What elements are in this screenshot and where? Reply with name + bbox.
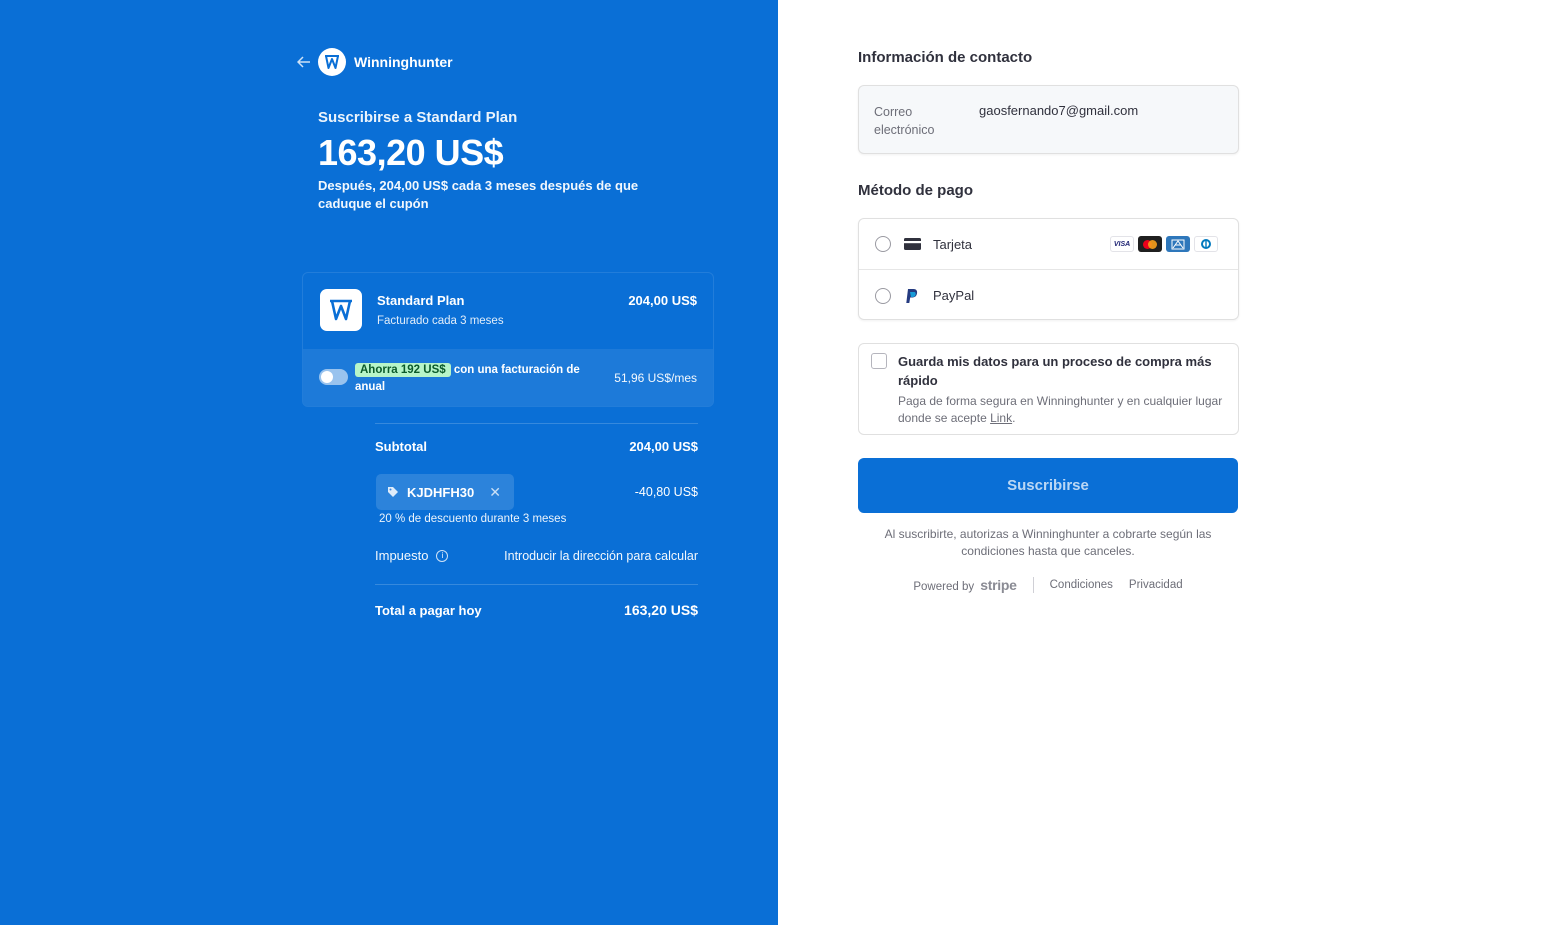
save-info-title: Guarda mis datos para un proceso de comp… xyxy=(898,354,1212,388)
stripe-logo: stripe xyxy=(980,577,1017,593)
card-label: Tarjeta xyxy=(933,236,973,252)
footer-divider xyxy=(1032,577,1034,593)
remove-coupon-icon[interactable]: ✕ xyxy=(489,484,501,501)
paypal-label: PayPal xyxy=(933,288,975,303)
merchant-name: Winninghunter xyxy=(354,54,453,70)
divider xyxy=(375,584,698,585)
divider xyxy=(375,423,698,424)
plan-details: Standard Plan Facturado cada 3 meses 204… xyxy=(303,273,713,349)
order-summary-panel: Winninghunter Suscribirse a Standard Pla… xyxy=(0,0,778,925)
footer: Powered by stripe Condiciones Privacidad xyxy=(858,577,1238,593)
terms-link[interactable]: Condiciones xyxy=(1050,579,1113,591)
legal-text: Al suscribirte, autorizas a Winninghunte… xyxy=(884,527,1212,558)
plan-logo-icon xyxy=(320,289,362,331)
checkout-form-panel: Información de contacto Correo electróni… xyxy=(778,0,1555,925)
email-label: Correo electrónico xyxy=(874,105,935,137)
mastercard-icon xyxy=(1138,236,1162,252)
monthly-price: 51,96 US$/mes xyxy=(614,371,697,385)
tax-value[interactable]: Introducir la dirección para calcular xyxy=(504,549,698,563)
save-info-description: Paga de forma segura en Winninghunter y … xyxy=(898,393,1228,427)
payment-method-selector: Tarjeta VISA PayPal xyxy=(858,218,1239,320)
email-field[interactable]: Correo electrónico gaosfernando7@gmail.c… xyxy=(858,85,1239,154)
tag-icon xyxy=(388,487,398,497)
diners-icon xyxy=(1194,236,1218,252)
subtotal-value: 204,00 US$ xyxy=(629,439,698,454)
email-value: gaosfernando7@gmail.com xyxy=(979,103,1139,118)
tax-label-group: Impuesto i xyxy=(375,548,449,563)
visa-icon: VISA xyxy=(1110,236,1134,252)
coupon-chip: KJDHFH30 ✕ xyxy=(376,474,514,510)
save-info-box: Guarda mis datos para un proceso de comp… xyxy=(858,343,1239,435)
subscribe-title: Suscribirse a Standard Plan xyxy=(318,109,518,126)
save-info-checkbox[interactable] xyxy=(871,353,887,369)
card-icon xyxy=(903,237,921,251)
card-radio[interactable] xyxy=(875,236,891,252)
merchant-header[interactable]: Winninghunter xyxy=(296,48,453,76)
coupon-discount: -40,80 US$ xyxy=(634,485,698,499)
card-brands: VISA xyxy=(1106,236,1218,252)
plan-price: 204,00 US$ xyxy=(628,293,697,308)
price-summary: Subtotal 204,00 US$ KJDHFH30 ✕ -40,80 US… xyxy=(375,423,698,618)
subtotal-label: Subtotal xyxy=(375,439,427,454)
price-after-coupon: Después, 204,00 US$ cada 3 meses después… xyxy=(318,178,639,211)
payment-section-title: Método de pago xyxy=(858,182,973,199)
powered-by-text: Powered by xyxy=(913,581,975,593)
payment-option-card[interactable]: Tarjeta VISA xyxy=(859,219,1238,270)
save-info-period: . xyxy=(1012,411,1016,425)
plan-name: Standard Plan xyxy=(377,293,465,308)
tax-row: Impuesto i Introducir la dirección para … xyxy=(375,548,698,563)
payment-option-paypal[interactable]: PayPal xyxy=(859,270,1238,321)
save-info-text: Paga de forma segura en Winninghunter y … xyxy=(898,394,1223,425)
subscribe-button[interactable]: Suscribirse xyxy=(858,458,1238,513)
powered-by-stripe[interactable]: Powered by stripe xyxy=(913,577,1017,593)
coupon-description: 20 % de descuento durante 3 meses xyxy=(379,513,567,525)
annual-upsell: Ahorra 192 US$ con una facturación de an… xyxy=(303,349,713,406)
total-label: Total a pagar hoy xyxy=(375,602,482,618)
coupon-code: KJDHFH30 xyxy=(407,484,475,500)
paypal-icon xyxy=(903,288,921,303)
savings-text: Ahorra 192 US$ con una facturación de an… xyxy=(355,362,595,396)
tax-label: Impuesto xyxy=(375,548,429,563)
privacy-link[interactable]: Privacidad xyxy=(1129,579,1183,591)
total-value: 163,20 US$ xyxy=(624,602,698,618)
toggle-knob xyxy=(321,371,333,383)
subtotal-row: Subtotal 204,00 US$ xyxy=(375,439,698,454)
savings-badge: Ahorra 192 US$ xyxy=(355,363,451,377)
contact-section-title: Información de contacto xyxy=(858,49,1033,66)
back-arrow-icon[interactable] xyxy=(296,54,312,70)
total-price: 163,20 US$ xyxy=(318,132,504,173)
total-row: Total a pagar hoy 163,20 US$ xyxy=(375,602,698,618)
amex-icon xyxy=(1166,236,1190,252)
merchant-logo-icon xyxy=(318,48,346,76)
paypal-radio[interactable] xyxy=(875,287,891,304)
plan-card: Standard Plan Facturado cada 3 meses 204… xyxy=(302,272,714,407)
info-icon[interactable]: i xyxy=(436,549,449,562)
plan-billing-period: Facturado cada 3 meses xyxy=(377,315,504,327)
annual-billing-toggle[interactable] xyxy=(319,369,348,385)
link-info-link[interactable]: Link xyxy=(990,411,1012,425)
